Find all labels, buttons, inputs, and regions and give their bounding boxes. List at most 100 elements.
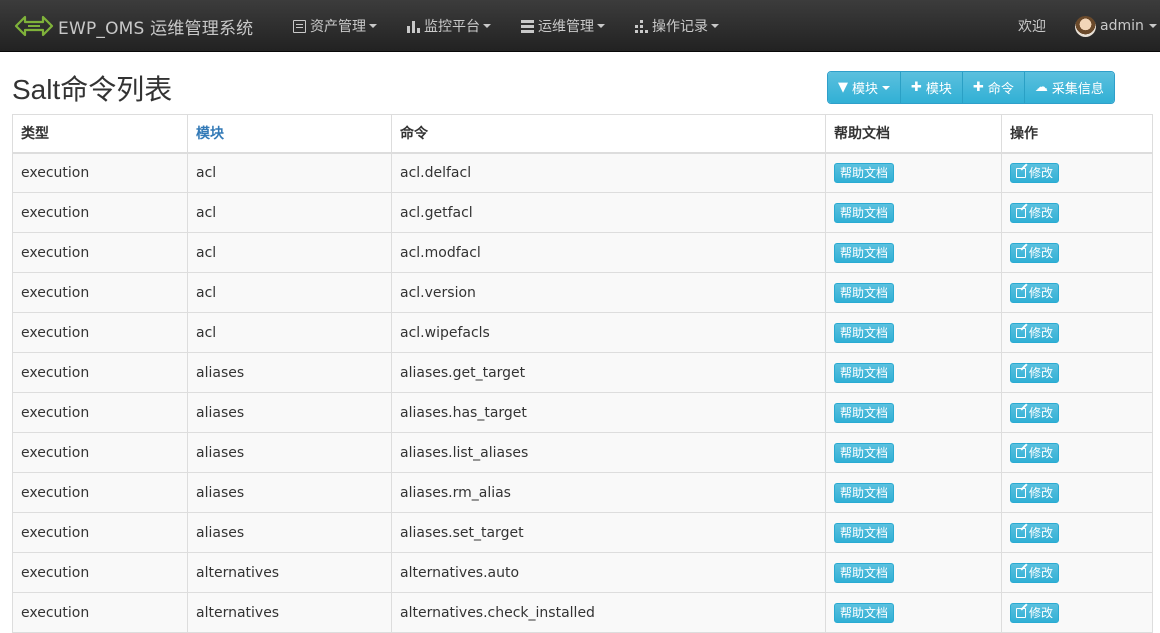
table-row: execution alternatives alternatives.auto 帮助… <box>12 552 1153 593</box>
edit-icon <box>1016 447 1026 458</box>
cell-help: 帮助文档 <box>825 432 1002 473</box>
nav-label: 资产管理 <box>310 19 366 35</box>
cell-command: acl.getfacl <box>391 192 826 233</box>
edit-label: 修改 <box>1029 406 1054 420</box>
edit-icon <box>1016 527 1026 538</box>
page-title: Salt命令列表 <box>12 74 173 105</box>
nav-monitoring[interactable]: 监控平台 <box>407 0 491 52</box>
header-module[interactable]: 模块 <box>187 114 392 154</box>
collect-info-button[interactable]: ☁ 采集信息 <box>1024 72 1114 103</box>
edit-button[interactable]: 修改 <box>1010 442 1060 463</box>
edit-button[interactable]: 修改 <box>1010 162 1060 183</box>
edit-label: 修改 <box>1029 326 1054 340</box>
help-doc-button[interactable]: 帮助文档 <box>834 482 895 503</box>
cell-help: 帮助文档 <box>825 152 1002 193</box>
header-type: 类型 <box>12 114 188 154</box>
username: admin <box>1100 18 1144 34</box>
edit-button[interactable]: 修改 <box>1010 362 1060 383</box>
table-header-row: 类型 模块 命令 帮助文档 操作 <box>12 114 1153 154</box>
cell-module: alternatives <box>187 552 392 593</box>
cell-command: acl.delfacl <box>391 152 826 193</box>
edit-icon <box>1016 167 1026 178</box>
edit-button[interactable]: 修改 <box>1010 562 1060 583</box>
add-command-button[interactable]: ✚ 命令 <box>962 72 1025 103</box>
cell-command: acl.wipefacls <box>391 312 826 353</box>
edit-icon <box>1016 407 1026 418</box>
nav-asset-management[interactable]: 资产管理 <box>293 0 377 52</box>
help-doc-button[interactable]: 帮助文档 <box>834 322 895 343</box>
table-row: execution acl acl.version 帮助文档 修改 <box>12 272 1153 313</box>
cell-module: aliases <box>187 512 392 553</box>
edit-button[interactable]: 修改 <box>1010 202 1060 223</box>
edit-button[interactable]: 修改 <box>1010 242 1060 263</box>
edit-button[interactable]: 修改 <box>1010 522 1060 543</box>
help-doc-button[interactable]: 帮助文档 <box>834 602 895 623</box>
cell-type: execution <box>12 312 188 353</box>
edit-button[interactable]: 修改 <box>1010 282 1060 303</box>
help-doc-button[interactable]: 帮助文档 <box>834 522 895 543</box>
cell-help: 帮助文档 <box>825 192 1002 233</box>
avatar <box>1075 15 1096 37</box>
help-doc-button[interactable]: 帮助文档 <box>834 362 895 383</box>
cell-type: execution <box>12 472 188 513</box>
table-row: execution aliases aliases.list_aliases 帮助文档… <box>12 432 1153 473</box>
cell-help: 帮助文档 <box>825 512 1002 553</box>
brand[interactable]: EWP_OMS 运维管理系统 <box>14 0 253 52</box>
edit-label: 修改 <box>1029 526 1054 540</box>
help-doc-button[interactable]: 帮助文档 <box>834 242 895 263</box>
cell-command: alternatives.check_installed <box>391 592 826 633</box>
cell-operation: 修改 <box>1001 192 1153 233</box>
edit-icon <box>1016 607 1026 618</box>
server-icon <box>521 19 534 33</box>
list-icon <box>293 19 306 33</box>
nav-operation-records[interactable]: 操作记录 <box>635 0 719 52</box>
filter-module-button[interactable]: ▼ 模块 <box>828 72 902 103</box>
help-doc-button[interactable]: 帮助文档 <box>834 162 895 183</box>
nav-ops-management[interactable]: 运维管理 <box>521 0 605 52</box>
edit-label: 修改 <box>1029 446 1054 460</box>
cell-operation: 修改 <box>1001 312 1153 353</box>
table-row: execution acl acl.wipefacls 帮助文档 修改 <box>12 312 1153 353</box>
cell-command: aliases.set_target <box>391 512 826 553</box>
cell-module: acl <box>187 312 392 353</box>
command-table-container: 类型 模块 命令 帮助文档 操作 execution acl acl.delfacl… <box>12 114 1153 633</box>
help-doc-button[interactable]: 帮助文档 <box>834 402 895 423</box>
add-module-button[interactable]: ✚ 模块 <box>901 72 963 103</box>
cell-operation: 修改 <box>1001 512 1153 553</box>
edit-icon <box>1016 487 1026 498</box>
cell-operation: 修改 <box>1001 552 1153 593</box>
cell-module: aliases <box>187 352 392 393</box>
cell-operation: 修改 <box>1001 272 1153 313</box>
help-doc-button[interactable]: 帮助文档 <box>834 442 895 463</box>
cell-help: 帮助文档 <box>825 272 1002 313</box>
edit-button[interactable]: 修改 <box>1010 482 1060 503</box>
header-help: 帮助文档 <box>825 114 1002 154</box>
edit-button[interactable]: 修改 <box>1010 602 1060 623</box>
user-menu[interactable]: admin <box>1075 0 1157 52</box>
help-doc-button[interactable]: 帮助文档 <box>834 562 895 583</box>
table-row: execution alternatives alternatives.check_… <box>12 592 1153 633</box>
chevron-down-icon <box>711 24 719 28</box>
brand-title: EWP_OMS 运维管理系统 <box>58 18 254 39</box>
cell-operation: 修改 <box>1001 592 1153 633</box>
cell-type: execution <box>12 592 188 633</box>
table-body: execution acl acl.delfacl 帮助文档 修改 execution ac… <box>12 152 1153 633</box>
header-command: 命令 <box>391 114 826 154</box>
cloud-download-icon: ☁ <box>1034 80 1048 95</box>
edit-button[interactable]: 修改 <box>1010 322 1060 343</box>
cell-module: acl <box>187 152 392 193</box>
edit-button[interactable]: 修改 <box>1010 402 1060 423</box>
cell-type: execution <box>12 192 188 233</box>
help-doc-button[interactable]: 帮助文档 <box>834 282 895 303</box>
add-command-label: 命令 <box>987 82 1014 97</box>
nav-label: 运维管理 <box>538 19 594 35</box>
chevron-down-icon <box>369 24 377 28</box>
cell-help: 帮助文档 <box>825 392 1002 433</box>
cell-command: aliases.list_aliases <box>391 432 826 473</box>
chevron-down-icon <box>483 24 491 28</box>
cell-help: 帮助文档 <box>825 232 1002 273</box>
chevron-down-icon <box>597 24 605 28</box>
help-doc-button[interactable]: 帮助文档 <box>834 202 895 223</box>
cell-command: aliases.has_target <box>391 392 826 433</box>
cell-module: aliases <box>187 392 392 433</box>
